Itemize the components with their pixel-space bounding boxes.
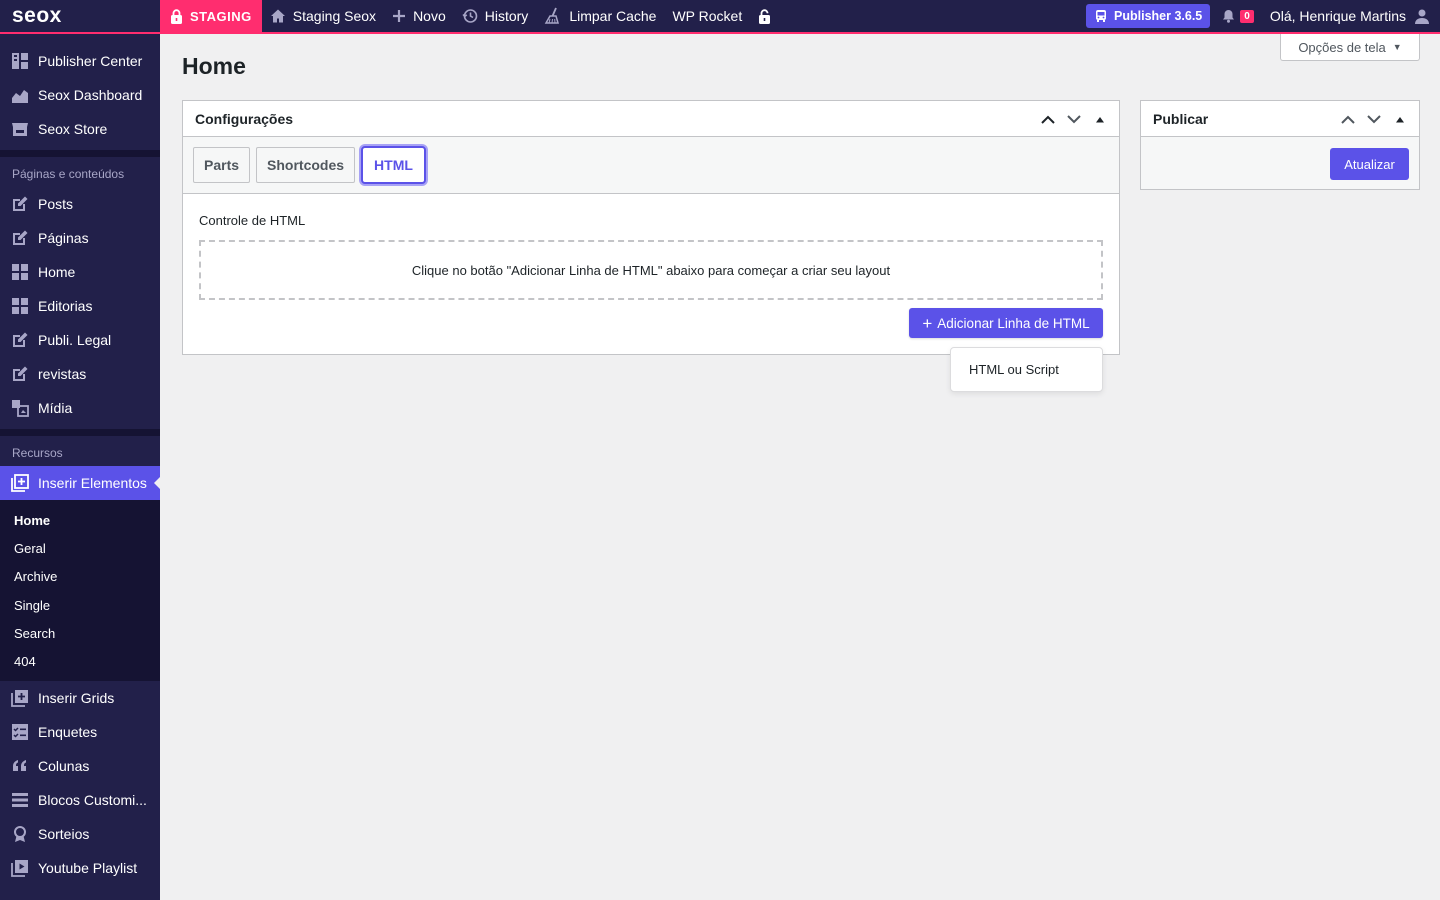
menu-youtube-playlist[interactable]: Youtube Playlist: [0, 851, 160, 885]
page-title: Home: [182, 53, 246, 79]
menu-revistas[interactable]: revistas: [0, 357, 160, 391]
publisher-version-button[interactable]: Publisher 3.6.5: [1086, 4, 1211, 28]
history-link[interactable]: History: [454, 0, 537, 32]
add-box-icon: [10, 688, 30, 708]
store-icon: [10, 119, 30, 139]
menu-enquetes[interactable]: Enquetes: [0, 715, 160, 749]
menu-separator: [0, 150, 160, 157]
html-control-label: Controle de HTML: [199, 213, 306, 228]
grid-icon: [10, 262, 30, 282]
edit-icon: [10, 330, 30, 350]
submenu-inserir-elementos: Home Geral Archive Single Search 404: [0, 500, 160, 681]
config-postbox-header: Configurações: [183, 101, 1119, 137]
toggle-panel-icon[interactable]: [1087, 101, 1113, 137]
caret-down-icon: ▼: [1392, 42, 1402, 52]
add-box-icon: [10, 473, 30, 493]
lock-icon: [171, 8, 182, 24]
blocks-icon: [10, 790, 30, 810]
edit-icon: [10, 364, 30, 384]
submenu-item-search[interactable]: Search: [0, 619, 160, 647]
area-chart-icon: [10, 85, 30, 105]
broom-icon: [545, 7, 560, 24]
menu-seox-store[interactable]: Seox Store: [0, 112, 160, 146]
menu-editorias[interactable]: Editorias: [0, 289, 160, 323]
add-row-dropdown: HTML ou Script: [950, 347, 1103, 392]
toggle-panel-icon[interactable]: [1387, 101, 1413, 137]
html-layout-dropzone: Clique no botão "Adicionar Linha de HTML…: [199, 240, 1103, 300]
quote-icon: [10, 756, 30, 776]
menu-publi-legal[interactable]: Publi. Legal: [0, 323, 160, 357]
menu-home[interactable]: Home: [0, 255, 160, 289]
menu-media[interactable]: Mídia: [0, 391, 160, 425]
home-icon: [270, 9, 285, 23]
award-icon: [10, 824, 30, 844]
menu-inserir-grids[interactable]: Inserir Grids: [0, 681, 160, 715]
dropdown-option-html-script[interactable]: HTML ou Script: [969, 362, 1059, 377]
move-up-icon[interactable]: [1335, 101, 1361, 137]
menu-heading-resources: Recursos: [12, 446, 63, 460]
notification-count-badge: 0: [1240, 9, 1254, 23]
publish-actions: Atualizar: [1141, 137, 1419, 189]
new-content-link[interactable]: Novo: [384, 0, 454, 32]
add-html-row-button[interactable]: + Adicionar Linha de HTML: [909, 308, 1103, 338]
publish-postbox-header: Publicar: [1141, 101, 1419, 137]
plus-icon: [393, 10, 406, 22]
playlist-icon: [10, 858, 30, 878]
submenu-item-geral[interactable]: Geral: [0, 534, 160, 562]
screen-options-button[interactable]: Opções de tela ▼: [1280, 34, 1420, 61]
admin-bar: seox STAGING Staging Seox Novo History L…: [0, 0, 1440, 34]
seox-logo[interactable]: seox: [0, 0, 160, 32]
plus-icon: +: [922, 313, 933, 333]
grid-panel-icon: [10, 51, 30, 71]
publish-postbox: Publicar Atualizar: [1140, 100, 1420, 190]
submenu-item-404[interactable]: 404: [0, 647, 160, 675]
menu-inserir-elementos[interactable]: Inserir Elementos: [0, 466, 161, 500]
grid-icon: [10, 296, 30, 316]
lock-link[interactable]: [750, 0, 786, 32]
admin-bar-right: Publisher 3.6.5 0 Olá, Henrique Martins: [1086, 0, 1440, 32]
admin-sidebar: Publisher Center Seox Dashboard Seox Sto…: [0, 34, 161, 900]
history-icon: [462, 9, 478, 23]
move-down-icon[interactable]: [1061, 101, 1087, 137]
notifications-button[interactable]: 0: [1222, 9, 1254, 23]
update-button[interactable]: Atualizar: [1330, 148, 1409, 180]
unlock-icon: [759, 8, 771, 24]
user-account-menu[interactable]: Olá, Henrique Martins: [1270, 8, 1440, 24]
clear-cache-link[interactable]: Limpar Cache: [536, 0, 664, 32]
media-icon: [10, 398, 30, 418]
menu-colunas[interactable]: Colunas: [0, 749, 160, 783]
poll-icon: [10, 722, 30, 742]
menu-separator: [0, 429, 160, 436]
menu-pages[interactable]: Páginas: [0, 221, 160, 255]
config-postbox: Configurações Parts Shortcodes HTML Cont…: [182, 100, 1120, 355]
edit-icon: [10, 228, 30, 248]
menu-blocos-customizados[interactable]: Blocos Customi...: [0, 783, 160, 817]
menu-posts[interactable]: Posts: [0, 187, 160, 221]
site-name-link[interactable]: Staging Seox: [262, 0, 384, 32]
menu-sorteios[interactable]: Sorteios: [0, 817, 160, 851]
wp-rocket-link[interactable]: WP Rocket: [664, 0, 750, 32]
bus-icon: [1096, 10, 1107, 22]
tab-parts[interactable]: Parts: [193, 147, 251, 183]
user-avatar-icon: [1415, 9, 1429, 24]
empty-layout-message: Clique no botão "Adicionar Linha de HTML…: [411, 262, 891, 278]
submenu-item-archive[interactable]: Archive: [0, 563, 160, 591]
edit-icon: [10, 194, 30, 214]
tab-html[interactable]: HTML: [361, 146, 426, 184]
move-up-icon[interactable]: [1035, 101, 1061, 137]
menu-seox-dashboard[interactable]: Seox Dashboard: [0, 78, 160, 112]
tab-shortcodes[interactable]: Shortcodes: [256, 147, 356, 183]
config-tabs: Parts Shortcodes HTML: [183, 137, 1119, 194]
menu-publisher-center[interactable]: Publisher Center: [0, 44, 160, 78]
staging-indicator[interactable]: STAGING: [160, 0, 262, 32]
bell-icon: [1223, 10, 1235, 23]
move-down-icon[interactable]: [1361, 101, 1387, 137]
menu-heading-content: Páginas e conteúdos: [12, 167, 125, 181]
submenu-item-single[interactable]: Single: [0, 591, 160, 619]
submenu-item-home[interactable]: Home: [0, 506, 160, 534]
